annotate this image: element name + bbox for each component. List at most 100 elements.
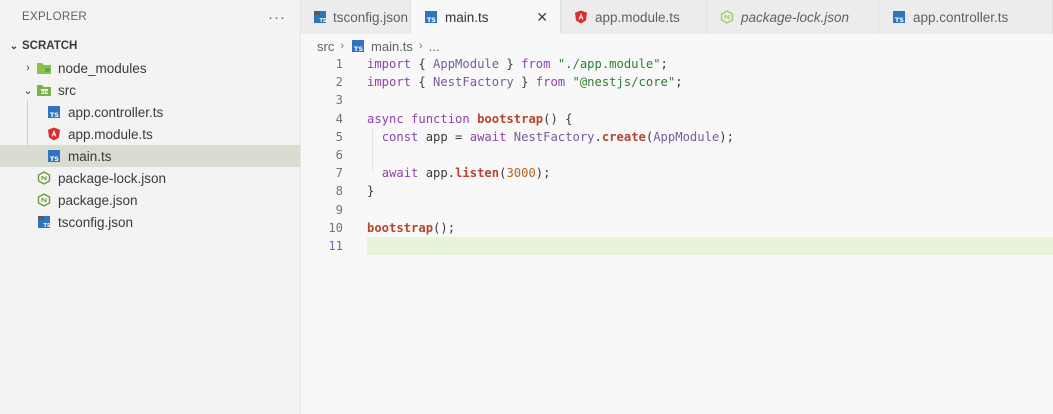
typescript-icon: TS — [46, 104, 62, 120]
code-line[interactable]: 3 — [301, 91, 1053, 109]
chevron-right-icon: › — [26, 62, 30, 74]
tree-item-label: app.module.ts — [68, 126, 153, 142]
code-token: bootstrap — [477, 111, 544, 126]
chevron-right-icon: › — [418, 40, 423, 52]
line-number: 6 — [335, 148, 343, 163]
line-number: 11 — [328, 238, 343, 253]
line-number: 4 — [335, 111, 343, 126]
tab-main-ts[interactable]: TS main.ts ✕ — [411, 0, 561, 34]
folder-src-icon: </> — [36, 82, 52, 98]
more-actions-icon[interactable]: ··· — [268, 9, 286, 26]
tree-item-src[interactable]: ⌄ </> src — [0, 79, 300, 101]
code-token: } — [367, 184, 375, 199]
tab-app-controller[interactable]: TS app.controller.ts — [879, 0, 1053, 34]
breadcrumb-folder[interactable]: src — [317, 39, 334, 54]
workspace-section-header[interactable]: ⌄ SCRATCH — [0, 35, 300, 57]
code-token: "@nestjs/core" — [572, 75, 676, 90]
code-token: (); — [433, 220, 456, 235]
breadcrumb-file[interactable]: main.ts — [371, 39, 413, 54]
code-token: "./app.module" — [557, 57, 661, 72]
tree-item-node-modules[interactable]: › node_modules — [0, 57, 300, 79]
explorer-header: EXPLORER ··· — [0, 0, 300, 34]
tree-item-label: tsconfig.json — [58, 214, 134, 230]
angular-icon — [46, 126, 62, 142]
code-token: bootstrap — [367, 220, 434, 235]
line-number: 2 — [335, 75, 343, 90]
code-token: import — [367, 57, 412, 72]
code-text: const app = await NestFactory.create(App… — [367, 130, 734, 144]
nodejs-icon — [36, 170, 52, 186]
code-token: await — [381, 166, 419, 181]
line-number: 1 — [335, 57, 343, 72]
close-icon[interactable]: ✕ — [536, 9, 548, 26]
tab-label: app.module.ts — [595, 9, 680, 25]
line-number: 8 — [335, 184, 343, 199]
code-editor[interactable]: 1 import { AppModule } from "./app.module… — [301, 55, 1053, 256]
tree-item-main-ts[interactable]: TS main.ts — [0, 145, 300, 167]
code-token: NestFactory — [433, 75, 514, 90]
code-token: import — [367, 75, 412, 90]
code-token: 3000 — [506, 166, 536, 181]
code-line[interactable]: 9 — [301, 201, 1053, 219]
tab-label: main.ts — [445, 9, 489, 25]
tree-item-package-lock[interactable]: package-lock.json — [0, 167, 300, 189]
code-line[interactable]: 10 bootstrap(); — [301, 219, 1053, 237]
typescript-icon: TS — [46, 148, 62, 164]
tree-item-label: main.ts — [68, 148, 112, 164]
code-token: from — [535, 75, 566, 90]
code-token: NestFactory — [513, 129, 595, 144]
tab-package-lock[interactable]: package-lock.json — [707, 0, 879, 34]
breadcrumb: src › TS main.ts › ... — [317, 36, 439, 56]
breadcrumb-symbols[interactable]: ... — [429, 39, 440, 54]
angular-icon — [573, 9, 589, 25]
code-token: const — [381, 129, 419, 144]
line-number: 3 — [335, 93, 343, 108]
code-token: ); — [535, 166, 551, 181]
code-line[interactable]: 2 import { NestFactory } from "@nestjs/co… — [301, 73, 1053, 91]
tab-label: tsconfig.json — [333, 9, 409, 25]
editor-tab-bar: TS tsconfig.json TS main.ts ✕ app.module… — [301, 0, 1053, 34]
tree-item-label: package.json — [58, 192, 138, 208]
code-token: . — [594, 129, 602, 144]
code-token: () { — [543, 111, 573, 126]
svg-text:TS: TS — [43, 223, 50, 229]
code-line[interactable]: 6 — [301, 146, 1053, 164]
tree-item-tsconfig[interactable]: TS tsconfig.json — [0, 211, 300, 233]
code-token: AppModule — [433, 57, 500, 72]
typescript-icon: TS — [891, 9, 907, 25]
code-token: async — [367, 111, 404, 126]
tree-item-app-controller[interactable]: TS app.controller.ts — [0, 101, 300, 123]
code-line[interactable]: 7 await app.listen(3000); — [301, 164, 1053, 182]
typescript-icon: TS — [350, 38, 366, 54]
tree-item-label: src — [58, 82, 76, 98]
chevron-right-icon: › — [340, 40, 345, 52]
tab-label: app.controller.ts — [913, 9, 1009, 25]
chevron-down-icon: ⌄ — [9, 40, 19, 52]
code-line[interactable]: 8} — [301, 182, 1053, 200]
code-line[interactable]: 4 async function bootstrap() { — [301, 110, 1053, 128]
tree-item-package-json[interactable]: package.json — [0, 189, 300, 211]
nodejs-icon — [36, 192, 52, 208]
code-token: await — [469, 129, 507, 144]
tab-app-module[interactable]: app.module.ts — [561, 0, 707, 34]
tree-item-app-module[interactable]: app.module.ts — [0, 123, 300, 145]
tree-item-label: node_modules — [58, 60, 147, 76]
code-token: } — [499, 57, 522, 72]
nodejs-icon — [719, 9, 735, 25]
code-text: await app.listen(3000); — [367, 166, 551, 181]
code-line[interactable]: 11 — [301, 236, 1053, 256]
tab-tsconfig[interactable]: TS tsconfig.json — [301, 0, 411, 34]
code-token: AppModule — [653, 129, 720, 144]
tsconfig-icon: TS — [36, 214, 52, 230]
explorer-title: EXPLORER — [22, 11, 88, 23]
code-token: ); — [719, 129, 734, 144]
code-line[interactable]: 1 import { AppModule } from "./app.module… — [301, 55, 1053, 73]
line-number: 10 — [328, 220, 343, 235]
code-line[interactable]: 5 const app = await NestFactory.create(A… — [301, 128, 1053, 146]
code-token: create — [601, 129, 646, 144]
line-number: 9 — [335, 202, 343, 217]
